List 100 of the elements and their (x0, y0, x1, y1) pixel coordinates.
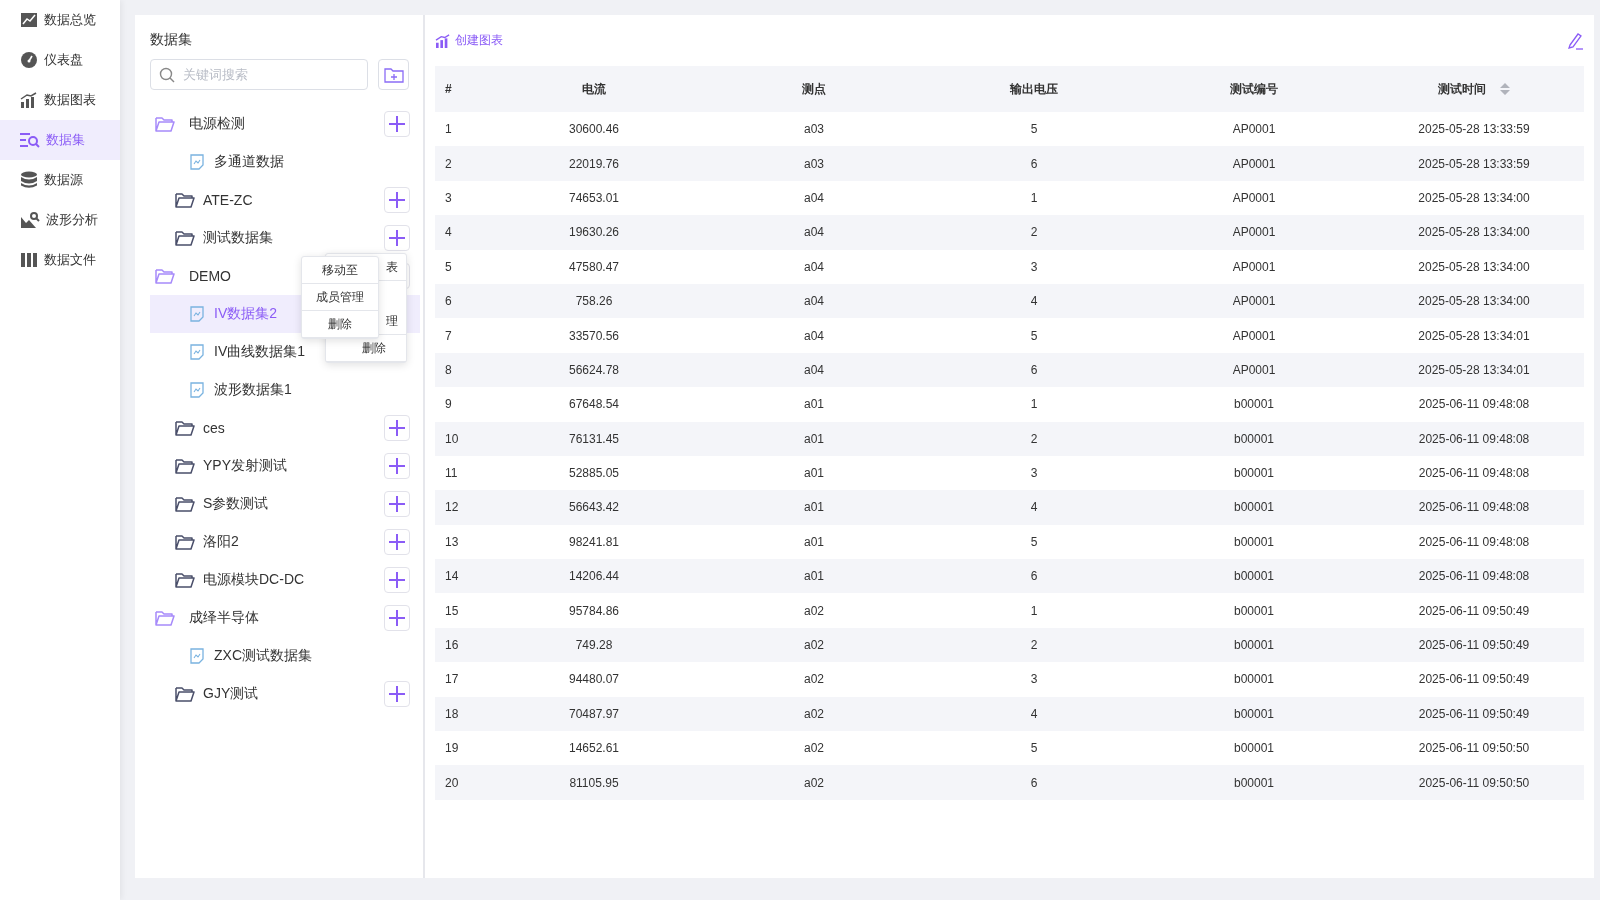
folder-name[interactable]: ces (203, 420, 384, 436)
add-button[interactable] (384, 491, 410, 517)
table-cell: a03 (704, 146, 924, 181)
table-cell: 2 (924, 627, 1144, 663)
list-search-icon (20, 132, 40, 148)
add-button[interactable] (384, 187, 410, 213)
mountain-search-icon (20, 211, 40, 229)
table-cell: a01 (704, 387, 924, 422)
table-cell: a02 (704, 696, 924, 732)
create-chart-button[interactable]: 创建图表 (435, 32, 503, 49)
menu-item[interactable]: 移动至 (302, 257, 378, 284)
table-cell: AP0001 (1144, 352, 1364, 388)
table-cell: 2025-06-11 09:48:08 (1364, 455, 1584, 491)
table-cell: 2025-05-28 13:34:00 (1364, 215, 1584, 250)
search-field[interactable]: 关键词搜索 (150, 59, 368, 90)
table-cell: 2025-06-11 09:48:08 (1364, 524, 1584, 560)
folder-icon (155, 610, 175, 626)
folder-name[interactable]: GJY测试 (203, 685, 384, 703)
add-button[interactable] (384, 225, 410, 251)
table-cell: AP0001 (1144, 249, 1364, 284)
table-cell: a04 (704, 318, 924, 353)
table-cell: 2025-06-11 09:48:08 (1364, 559, 1584, 594)
add-button[interactable] (384, 567, 410, 593)
folder-name[interactable]: 成绎半导体 (189, 609, 384, 627)
nav-item[interactable]: 数据总览 (0, 0, 120, 40)
table-cell: 4 (924, 283, 1144, 319)
table-cell: 4 (435, 215, 484, 250)
add-button[interactable] (384, 681, 410, 707)
table-cell: 2025-05-28 13:33:59 (1364, 112, 1584, 147)
table-cell: a04 (704, 283, 924, 319)
nav-item[interactable]: 波形分析 (0, 200, 120, 240)
table-cell: 5 (924, 112, 1144, 147)
table-cell: 3 (924, 249, 1144, 284)
table-cell: b00001 (1144, 387, 1364, 422)
table-cell: 30600.46 (484, 112, 704, 147)
table-cell: 2025-05-28 13:34:00 (1364, 249, 1584, 284)
table-cell: b00001 (1144, 627, 1364, 663)
table-cell: 2 (924, 421, 1144, 456)
dataset-item[interactable]: 多通道数据 (190, 153, 284, 171)
table-cell: 6 (924, 765, 1144, 800)
table-cell: 4 (924, 696, 1144, 732)
nav-item[interactable]: 数据图表 (0, 80, 120, 120)
add-button[interactable] (384, 111, 410, 137)
table-cell: a01 (704, 455, 924, 491)
folder-icon (175, 686, 195, 702)
add-button[interactable] (384, 605, 410, 631)
table-cell: b00001 (1144, 455, 1364, 491)
table-cell: AP0001 (1144, 180, 1364, 216)
folder-name[interactable]: YPY发射测试 (203, 457, 384, 475)
add-button[interactable] (384, 529, 410, 555)
menu-item[interactable]: 删除 (302, 311, 378, 338)
folder-icon (155, 268, 175, 284)
table-cell: AP0001 (1144, 318, 1364, 353)
nav-item[interactable]: 数据文件 (0, 240, 120, 280)
table-cell: 19630.26 (484, 215, 704, 250)
folder-icon (175, 230, 195, 246)
table-cell: 17 (435, 662, 484, 697)
new-folder-button[interactable] (378, 59, 409, 90)
bar-chart-icon (20, 92, 38, 108)
table-cell: 6 (435, 283, 484, 319)
table-cell: 14 (435, 559, 484, 594)
column-header[interactable]: 测试时间 (1438, 81, 1487, 96)
nav-item[interactable]: 数据集 (0, 120, 120, 160)
folder-name[interactable]: 洛阳2 (203, 533, 384, 551)
table-cell: 2025-05-28 13:34:00 (1364, 180, 1584, 216)
table-cell: 8 (435, 352, 484, 388)
add-button[interactable] (384, 415, 410, 441)
folder-name[interactable]: 测试数据集 (203, 229, 384, 247)
table-cell: 10 (435, 421, 484, 456)
table-cell: 19 (435, 731, 484, 766)
table-cell: 2 (924, 215, 1144, 250)
database-icon (20, 171, 38, 189)
table-cell: 5 (435, 249, 484, 284)
table-cell: 7 (435, 318, 484, 353)
add-button[interactable] (384, 453, 410, 479)
folder-name[interactable]: 电源模块DC-DC (203, 571, 384, 589)
nav-item[interactable]: 仪表盘 (0, 40, 120, 80)
dataset-item[interactable]: 波形数据集1 (190, 381, 292, 399)
table-cell: b00001 (1144, 559, 1364, 594)
table-cell: 9 (435, 387, 484, 422)
nav-item[interactable]: 数据源 (0, 160, 120, 200)
table-cell: 2025-05-28 13:34:01 (1364, 318, 1584, 353)
table-cell: 3 (924, 455, 1144, 491)
table-cell: 5 (924, 524, 1144, 560)
table-cell: 67648.54 (484, 387, 704, 422)
chart-document-icon (190, 344, 204, 360)
dataset-item[interactable]: IV曲线数据集1 (190, 343, 305, 361)
folder-name[interactable]: 电源检测 (189, 115, 384, 133)
dataset-item[interactable]: IV数据集2 (190, 305, 277, 323)
dataset-item[interactable]: ZXC测试数据集 (190, 647, 312, 665)
folder-plus-icon (383, 66, 404, 83)
folder-name[interactable]: ATE-ZC (203, 192, 384, 208)
table-cell: 5 (924, 318, 1144, 353)
gauge-icon (20, 51, 38, 69)
table-cell: 2025-06-11 09:48:08 (1364, 490, 1584, 525)
edit-button[interactable] (1566, 31, 1584, 50)
column-header: 输出电压 (1010, 81, 1058, 96)
menu-item[interactable]: 成员管理 (302, 284, 378, 311)
table-cell: 95784.86 (484, 593, 704, 628)
folder-name[interactable]: S参数测试 (203, 495, 384, 513)
